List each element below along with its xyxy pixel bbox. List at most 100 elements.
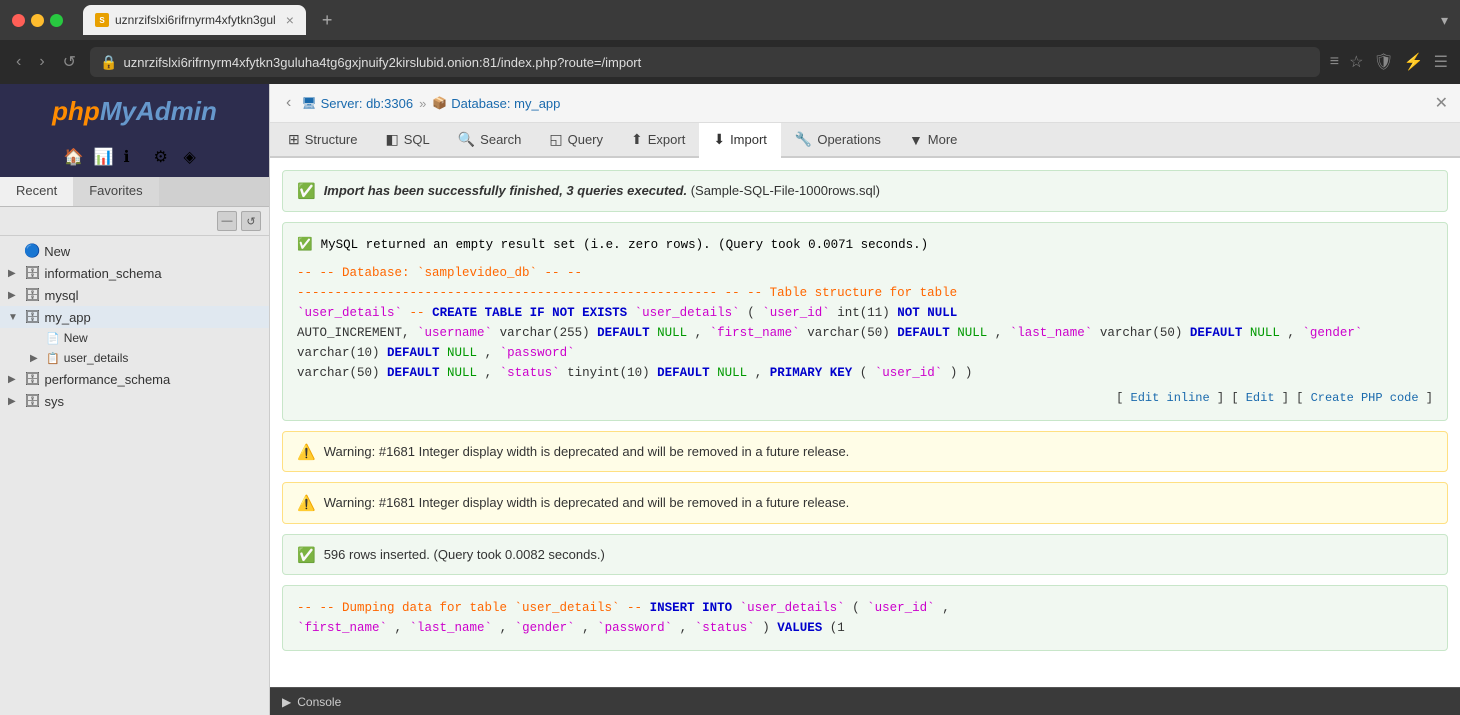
browser-toolbar-icons: ≡ ☆ 🛡 ⚡ ☰ — [1330, 52, 1448, 72]
tab-close-button[interactable]: × — [286, 12, 294, 28]
breadcrumb-server-label: Server: db:3306 — [321, 96, 414, 111]
success-icon-3: ✅ — [297, 546, 316, 564]
sql-null-4: NULL — [447, 346, 477, 360]
minimize-window-button[interactable] — [31, 14, 44, 27]
sidebar-item-my-app[interactable]: ▼ 🗄 my_app — [0, 306, 269, 328]
close-window-button[interactable] — [12, 14, 25, 27]
tab-operations-label: Operations — [817, 132, 881, 147]
sidebar-item-sys[interactable]: ▶ 🗄 sys — [0, 390, 269, 412]
sql-sep-2: ] [ — [1282, 391, 1311, 405]
sidebar-label-mysql: mysql — [45, 288, 79, 303]
extras-icon[interactable]: ◈ — [184, 147, 206, 169]
sql-tab-icon: ◧ — [385, 131, 398, 148]
sql-paren-open: ( — [747, 306, 762, 320]
sidebar-tabs: Recent Favorites — [0, 177, 269, 207]
reload-button[interactable]: ↺ — [241, 211, 261, 231]
breadcrumb-database[interactable]: 📦 Database: my_app — [432, 96, 560, 111]
sql-null-5: NULL — [447, 366, 477, 380]
console-bar[interactable]: ▶ Console — [270, 687, 1460, 715]
warning-alert-1: ⚠️ Warning: #1681 Integer display width … — [282, 431, 1448, 473]
sql-dump-col-password: `password` — [597, 621, 672, 635]
new-tab-button[interactable]: + — [322, 10, 333, 31]
breadcrumb-bar: ‹ 🖥 Server: db:3306 » 📦 Database: my_app… — [270, 84, 1460, 123]
collapse-all-button[interactable]: — — [217, 211, 237, 231]
database-icon[interactable]: 📊 — [94, 147, 116, 169]
sidebar-item-performance-schema[interactable]: ▶ 🗄 performance_schema — [0, 368, 269, 390]
sidebar-label-sys: sys — [45, 394, 65, 409]
panel-back-button[interactable]: ‹ — [282, 90, 295, 116]
refresh-button[interactable]: ↺ — [59, 48, 80, 76]
sql-pk-col: `user_id` — [875, 366, 943, 380]
sql-comma-5: , — [485, 366, 500, 380]
sql-comma-2: , — [995, 326, 1010, 340]
sql-kw-create: CREATE TABLE — [432, 306, 522, 320]
sql-null-3: NULL — [1250, 326, 1280, 340]
sidebar-label-information-schema: information_schema — [45, 266, 162, 281]
home-icon[interactable]: 🏠 — [64, 147, 86, 169]
sql-col-lastname: `last_name` — [1010, 326, 1093, 340]
server-icon: 🖥 — [301, 96, 316, 110]
sql-dump-comment: -- -- Dumping data for table `user_detai… — [297, 601, 650, 615]
shield-icon[interactable]: 🛡 — [1373, 52, 1393, 72]
forward-button[interactable]: › — [35, 49, 48, 75]
sidebar-tab-recent[interactable]: Recent — [0, 177, 73, 206]
cylinder-icon-my-app: 🗄 — [24, 309, 41, 325]
breadcrumb-server[interactable]: 🖥 Server: db:3306 — [301, 96, 413, 111]
expand-icon-my-app: ▼ — [8, 312, 20, 323]
sidebar-item-information-schema[interactable]: ▶ 🗄 information_schema — [0, 262, 269, 284]
sql-kw-default-1: DEFAULT — [597, 326, 650, 340]
tab-import[interactable]: ⬇ Import — [699, 123, 781, 158]
export-tab-icon: ⬆ — [631, 131, 643, 148]
sql-col-username: `username` — [417, 326, 492, 340]
tab-export[interactable]: ⬆ Export — [617, 123, 699, 158]
success-alert-1: ✅ Import has been successfully finished,… — [282, 170, 1448, 212]
sidebar-item-new[interactable]: 🔵 New — [0, 240, 269, 262]
app-container: phpMyAdmin 🏠 📊 ℹ ⚙ ◈ Recent Favorites — … — [0, 84, 1460, 715]
tab-operations[interactable]: 🔧 Operations — [781, 123, 895, 158]
sql-dump-comma-3: , — [500, 621, 515, 635]
table-new-icon: 📄 — [46, 332, 60, 345]
sql-kw-default-6: DEFAULT — [657, 366, 710, 380]
more-tab-icon: ▼ — [909, 132, 923, 148]
sql-sep-1: ] [ — [1217, 391, 1246, 405]
sidebar-item-my-app-new[interactable]: 📄 New — [0, 328, 269, 348]
sql-comma-4: , — [485, 346, 500, 360]
bookmark-icon[interactable]: ☆ — [1349, 52, 1363, 72]
expand-icon-user-details: ▶ — [30, 353, 42, 364]
sql-dump-comma: , — [942, 601, 950, 615]
info-icon[interactable]: ℹ — [124, 147, 146, 169]
tab-sql[interactable]: ◧ SQL — [371, 123, 443, 158]
create-php-link[interactable]: Create PHP code — [1311, 391, 1419, 405]
tab-more[interactable]: ▼ More — [895, 123, 971, 158]
menu-icon[interactable]: ☰ — [1434, 52, 1448, 72]
sql-kw-default-3: DEFAULT — [1190, 326, 1243, 340]
extensions-icon[interactable]: ⚡ — [1404, 52, 1424, 72]
sql-col-gender: `gender` — [1302, 326, 1362, 340]
browser-tab[interactable]: S uznrzifslxi6rifrnyrm4xfytkn3gul × — [83, 5, 306, 35]
address-bar[interactable]: 🔒 uznrzifslxi6rifrnyrm4xfytkn3guluha4tg6… — [90, 47, 1320, 77]
edit-link[interactable]: Edit — [1246, 391, 1275, 405]
sql-kw-if: IF NOT EXISTS — [530, 306, 628, 320]
back-button[interactable]: ‹ — [12, 49, 25, 75]
sql-bracket-close: ] — [1426, 391, 1433, 405]
sql-comma-1: , — [695, 326, 710, 340]
sql-null-1: NULL — [657, 326, 687, 340]
edit-inline-link[interactable]: Edit inline — [1131, 391, 1210, 405]
tab-structure[interactable]: ⊞ Structure — [274, 123, 371, 158]
cylinder-icon-mysql: 🗄 — [24, 287, 41, 303]
reader-view-icon[interactable]: ≡ — [1330, 53, 1339, 71]
fullscreen-window-button[interactable] — [50, 14, 63, 27]
tab-query[interactable]: ◱ Query — [535, 123, 617, 158]
sidebar-tab-favorites[interactable]: Favorites — [73, 177, 158, 206]
db-icon: 🔵 — [24, 243, 40, 259]
sql-insert-kw: INSERT INTO — [650, 601, 733, 615]
tab-list-button[interactable]: ▾ — [1441, 12, 1448, 29]
sidebar-item-user-details[interactable]: ▶ 📋 user_details — [0, 348, 269, 368]
tab-query-label: Query — [568, 132, 603, 147]
settings-icon[interactable]: ⚙ — [154, 147, 176, 169]
tab-search[interactable]: 🔍 Search — [444, 123, 536, 158]
panel-close-button[interactable]: ✕ — [1435, 93, 1448, 113]
sidebar-item-mysql[interactable]: ▶ 🗄 mysql — [0, 284, 269, 306]
success-alert-3: ✅ 596 rows inserted. (Query took 0.0082 … — [282, 534, 1448, 576]
sql-null-2: NULL — [957, 326, 987, 340]
